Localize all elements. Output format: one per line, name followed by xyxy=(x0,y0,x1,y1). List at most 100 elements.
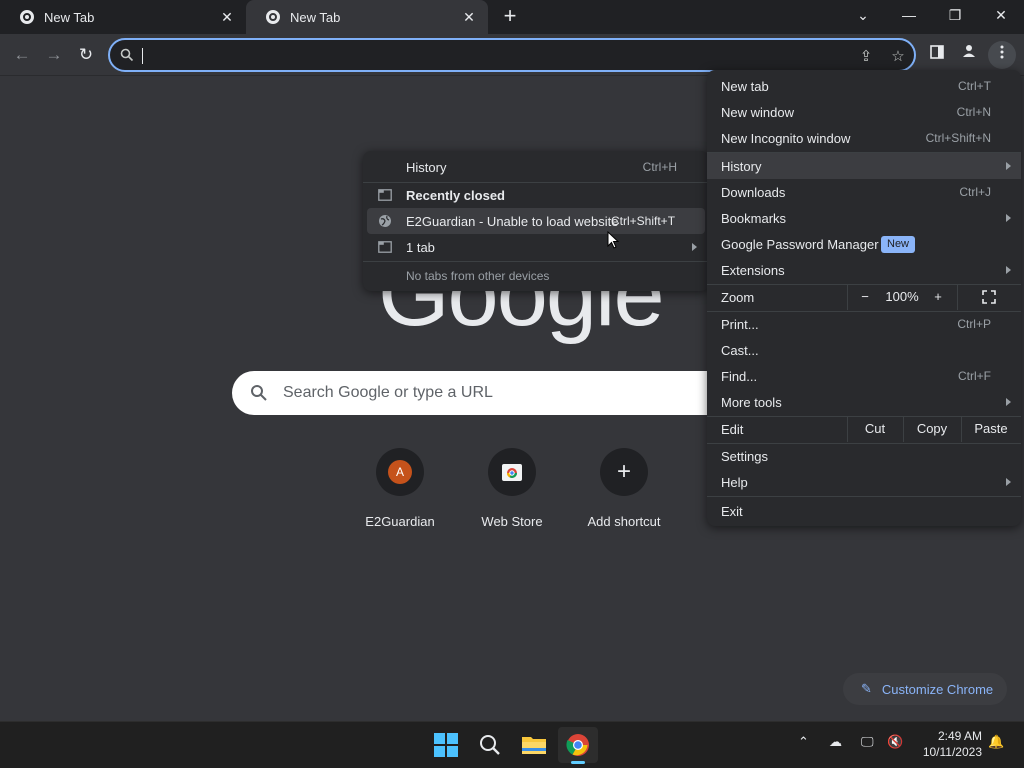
menu-settings[interactable]: Settings xyxy=(707,443,1021,469)
menu-exit[interactable]: Exit xyxy=(707,498,1021,524)
zoom-out-button[interactable]: − xyxy=(847,284,883,310)
menu-label: Cast... xyxy=(721,342,759,358)
profile-icon[interactable] xyxy=(955,41,983,69)
file-explorer-button[interactable] xyxy=(514,727,554,763)
menu-help[interactable]: Help xyxy=(707,469,1021,495)
bookmark-star-icon[interactable]: ☆ xyxy=(888,47,908,67)
shortcut-label: Web Store xyxy=(481,514,543,529)
windows-logo-icon xyxy=(434,733,458,757)
mouse-cursor-icon xyxy=(607,231,619,249)
volume-muted-icon[interactable]: 🔇 xyxy=(887,734,903,750)
shortcut-label: E2Guardian xyxy=(365,514,435,529)
paste-button[interactable]: Paste xyxy=(961,416,1021,442)
more-vert-icon xyxy=(1000,45,1004,59)
network-icon[interactable]: 🖵 xyxy=(861,734,874,750)
onedrive-icon[interactable]: ☁ xyxy=(829,734,842,750)
shortcut-web-store[interactable]: Web Store xyxy=(456,448,568,529)
tab-2[interactable]: New Tab ✕ xyxy=(246,0,488,34)
menu-downloads[interactable]: Downloads Ctrl+J xyxy=(707,179,1021,205)
back-button[interactable]: ← xyxy=(8,41,36,69)
menu-shortcut: Ctrl+Shift+N xyxy=(925,131,991,145)
menu-label: New tab xyxy=(721,78,769,94)
menu-print[interactable]: Print... Ctrl+P xyxy=(707,311,1021,337)
menu-new-tab[interactable]: New tab Ctrl+T xyxy=(707,73,1021,99)
menu-shortcut: Ctrl+F xyxy=(958,369,991,383)
menu-label: No tabs from other devices xyxy=(406,269,550,283)
side-panel-icon[interactable] xyxy=(923,41,951,69)
web-store-icon xyxy=(502,464,522,481)
taskbar-clock[interactable]: 2:49 AM 10/11/2023 xyxy=(923,728,982,760)
fullscreen-button[interactable] xyxy=(959,284,1019,310)
chrome-main-menu: New tab Ctrl+T New window Ctrl+N New Inc… xyxy=(707,70,1021,526)
notification-bell-icon[interactable]: 🔔 xyxy=(988,734,1004,750)
tab-title: New Tab xyxy=(44,9,95,25)
new-tab-button[interactable]: + xyxy=(498,5,522,29)
taskbar-search-button[interactable] xyxy=(470,727,510,763)
address-bar[interactable]: ⇪ ☆ xyxy=(108,38,916,72)
menu-label: History xyxy=(721,158,762,174)
clock-date: 10/11/2023 xyxy=(922,745,982,759)
show-hidden-icons-button[interactable]: ⌃ xyxy=(798,734,809,750)
plus-icon: + xyxy=(616,458,631,485)
copy-button[interactable]: Copy xyxy=(903,416,961,442)
globe-icon xyxy=(379,215,391,227)
reload-button[interactable]: ↻ xyxy=(72,41,100,69)
pencil-icon: ✎ xyxy=(861,681,872,696)
menu-edit-row: Edit Cut Copy Paste xyxy=(707,416,1021,442)
submenu-arrow-icon xyxy=(692,243,697,251)
cut-button[interactable]: Cut xyxy=(847,416,903,442)
menu-new-incognito[interactable]: New Incognito window Ctrl+Shift+N xyxy=(707,125,1021,151)
menu-zoom-row: Zoom − 100% + xyxy=(707,284,1021,310)
customize-chrome-button[interactable]: ✎ Customize Chrome xyxy=(843,673,1007,705)
one-tab-item[interactable]: 1 tab xyxy=(363,234,709,260)
menu-label: Extensions xyxy=(721,262,785,278)
menu-label: Zoom xyxy=(721,289,755,305)
zoom-divider xyxy=(957,284,958,310)
menu-more-tools[interactable]: More tools xyxy=(707,389,1021,415)
menu-label: More tools xyxy=(721,394,782,410)
minimize-button[interactable]: — xyxy=(886,0,932,32)
shortcut-tile[interactable] xyxy=(488,448,536,496)
menu-find[interactable]: Find... Ctrl+F xyxy=(707,363,1021,389)
menu-history[interactable]: History xyxy=(707,153,1021,179)
restore-button[interactable]: ❐ xyxy=(932,0,978,32)
menu-shortcut: Ctrl+N xyxy=(956,105,991,119)
shortcut-add[interactable]: + Add shortcut xyxy=(568,448,680,529)
menu-new-window[interactable]: New window Ctrl+N xyxy=(707,99,1021,125)
menu-shortcut: Ctrl+P xyxy=(957,317,991,331)
active-app-indicator xyxy=(571,761,585,764)
chrome-menu-button[interactable] xyxy=(988,41,1016,69)
share-icon[interactable]: ⇪ xyxy=(856,47,876,67)
menu-shortcut: Ctrl+J xyxy=(959,185,991,199)
shortcut-tile[interactable]: A xyxy=(376,448,424,496)
forward-button[interactable]: → xyxy=(40,41,68,69)
recently-closed-e2guardian[interactable]: E2Guardian - Unable to load website Ctrl… xyxy=(367,208,705,234)
menu-label: Exit xyxy=(721,503,743,519)
menu-password-manager[interactable]: Google Password Manager xyxy=(707,231,1021,257)
close-tab-icon[interactable]: ✕ xyxy=(218,8,236,26)
menu-cast[interactable]: Cast... xyxy=(707,337,1021,363)
history-item[interactable]: History Ctrl+H xyxy=(363,154,709,180)
menu-extensions[interactable]: Extensions xyxy=(707,257,1021,283)
search-icon xyxy=(251,385,267,401)
submenu-arrow-icon xyxy=(1006,398,1011,406)
tab-1[interactable]: New Tab ✕ xyxy=(0,0,246,34)
menu-label: Bookmarks xyxy=(721,210,787,226)
start-button[interactable] xyxy=(426,727,466,763)
chrome-taskbar-button[interactable] xyxy=(558,727,598,763)
close-window-button[interactable]: ✕ xyxy=(978,0,1024,32)
tab-search-icon[interactable]: ⌄ xyxy=(840,0,886,32)
menu-label: New Incognito window xyxy=(721,130,851,146)
menu-bookmarks[interactable]: Bookmarks xyxy=(707,205,1021,231)
fullscreen-icon xyxy=(982,290,996,304)
shortcut-tile[interactable]: + xyxy=(600,448,648,496)
submenu-arrow-icon xyxy=(1006,214,1011,222)
close-tab-icon[interactable]: ✕ xyxy=(460,8,478,26)
folder-icon xyxy=(522,737,546,754)
zoom-level: 100% xyxy=(885,289,919,304)
menu-label: Recently closed xyxy=(406,187,505,203)
menu-separator xyxy=(707,496,1021,497)
tab-title: New Tab xyxy=(290,9,341,25)
shortcut-e2guardian[interactable]: A E2Guardian xyxy=(344,448,456,529)
zoom-in-button[interactable]: + xyxy=(921,284,955,310)
